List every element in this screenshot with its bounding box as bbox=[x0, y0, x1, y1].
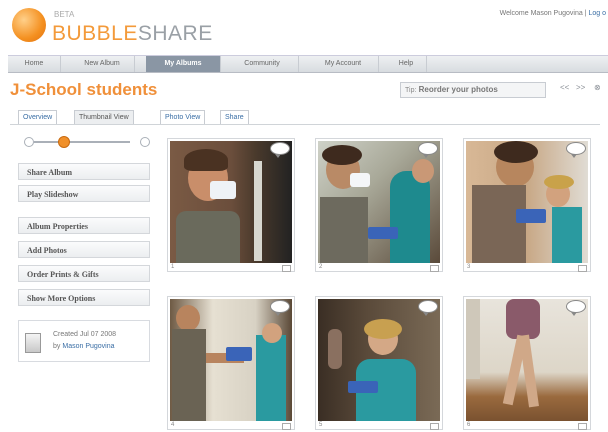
welcome-bar: Welcome Mason Pugovina | Log o bbox=[499, 10, 606, 17]
zoom-out-icon[interactable] bbox=[24, 137, 34, 147]
photo-expand-icon[interactable] bbox=[578, 265, 587, 272]
photo-expand-icon[interactable] bbox=[430, 423, 439, 430]
photo-expand-icon[interactable] bbox=[282, 423, 291, 430]
photo-thumbnail[interactable] bbox=[466, 299, 588, 421]
comment-bubble-icon[interactable] bbox=[566, 142, 586, 158]
photo-thumbnail[interactable] bbox=[318, 141, 440, 263]
nav-tab-community[interactable]: Community bbox=[226, 56, 299, 72]
tip-label: Tip: bbox=[405, 87, 417, 94]
author-link[interactable]: Mason Pugovina bbox=[62, 343, 114, 350]
add-photos-button[interactable]: Add Photos bbox=[18, 241, 150, 258]
photo-thumbnail[interactable] bbox=[170, 299, 292, 421]
logo-text-main: BUBBLE bbox=[52, 22, 138, 45]
tab-share[interactable]: Share bbox=[220, 110, 249, 125]
zoom-slider[interactable] bbox=[34, 141, 130, 143]
photo-expand-icon[interactable] bbox=[282, 265, 291, 272]
photo-thumbnail[interactable] bbox=[170, 141, 292, 263]
nav-tab-home[interactable]: Home bbox=[8, 56, 61, 72]
comment-bubble-icon[interactable] bbox=[418, 142, 438, 158]
created-by: by Mason Pugovina bbox=[53, 343, 115, 350]
tab-overview[interactable]: Overview bbox=[18, 110, 58, 125]
zoom-in-icon[interactable] bbox=[140, 137, 150, 147]
photo-number: 3 bbox=[467, 264, 471, 270]
album-properties-button[interactable]: Album Properties bbox=[18, 217, 150, 234]
tab-divider bbox=[10, 124, 600, 125]
tab-photo-view[interactable]: Photo View bbox=[160, 110, 206, 125]
photo-card[interactable]: 4 bbox=[167, 296, 295, 430]
photo-card[interactable]: 6 bbox=[463, 296, 591, 430]
document-icon bbox=[25, 333, 41, 353]
photo-card[interactable]: 1 bbox=[167, 138, 295, 272]
photo-card[interactable]: 2 bbox=[315, 138, 443, 272]
photo-thumbnail[interactable] bbox=[466, 141, 588, 263]
album-title: J-School students bbox=[10, 80, 158, 99]
tip-next-button[interactable]: >> bbox=[576, 83, 585, 92]
bubbleshare-logo-icon[interactable] bbox=[12, 8, 46, 42]
welcome-text: Welcome Mason Pugovina bbox=[499, 10, 583, 17]
play-slideshow-button[interactable]: Play Slideshow bbox=[18, 185, 150, 202]
comment-bubble-icon[interactable] bbox=[566, 300, 586, 316]
created-by-prefix: by bbox=[53, 343, 61, 350]
logout-link[interactable]: Log o bbox=[588, 10, 606, 17]
photo-expand-icon[interactable] bbox=[430, 265, 439, 272]
header: BETA BUBBLESHARE Welcome Mason Pugovina … bbox=[0, 0, 608, 52]
logo-text-accent: SHARE bbox=[137, 22, 213, 45]
nav-tab-help[interactable]: Help bbox=[386, 56, 427, 72]
photo-number: 1 bbox=[171, 264, 175, 270]
photo-card[interactable]: 5 bbox=[315, 296, 443, 430]
comment-bubble-icon[interactable] bbox=[418, 300, 438, 316]
photo-card[interactable]: 3 bbox=[463, 138, 591, 272]
zoom-slider-handle[interactable] bbox=[58, 136, 70, 148]
comment-bubble-icon[interactable] bbox=[270, 300, 290, 316]
album-info-box: Created Jul 07 2008 by Mason Pugovina bbox=[18, 320, 150, 362]
order-prints-button[interactable]: Order Prints & Gifts bbox=[18, 265, 150, 282]
photo-thumbnail[interactable] bbox=[318, 299, 440, 421]
main-nav: Home New Album My Albums Community My Ac… bbox=[8, 55, 608, 73]
nav-tab-my-albums[interactable]: My Albums bbox=[146, 56, 221, 72]
photo-number: 5 bbox=[319, 422, 323, 428]
comment-bubble-icon[interactable] bbox=[270, 142, 290, 158]
share-album-button[interactable]: Share Album bbox=[18, 163, 150, 180]
tip-close-icon[interactable]: ⊗ bbox=[594, 83, 601, 92]
tip-text: Reorder your photos bbox=[418, 85, 498, 94]
show-more-options-button[interactable]: Show More Options bbox=[18, 289, 150, 306]
tip-prev-button[interactable]: << bbox=[560, 83, 569, 92]
nav-tab-new-album[interactable]: New Album bbox=[70, 56, 135, 72]
nav-tab-my-account[interactable]: My Account bbox=[308, 56, 379, 72]
photo-expand-icon[interactable] bbox=[578, 423, 587, 430]
photo-number: 4 bbox=[171, 422, 175, 428]
photo-number: 2 bbox=[319, 264, 323, 270]
photo-number: 6 bbox=[467, 422, 471, 428]
bubbleshare-logo[interactable]: BUBBLESHARE bbox=[52, 22, 213, 46]
created-date: Created Jul 07 2008 bbox=[53, 331, 117, 338]
tip-box: Tip: Reorder your photos bbox=[400, 82, 546, 98]
tab-thumbnail-view[interactable]: Thumbnail View bbox=[74, 110, 134, 125]
logo-beta-label: BETA bbox=[54, 10, 75, 19]
